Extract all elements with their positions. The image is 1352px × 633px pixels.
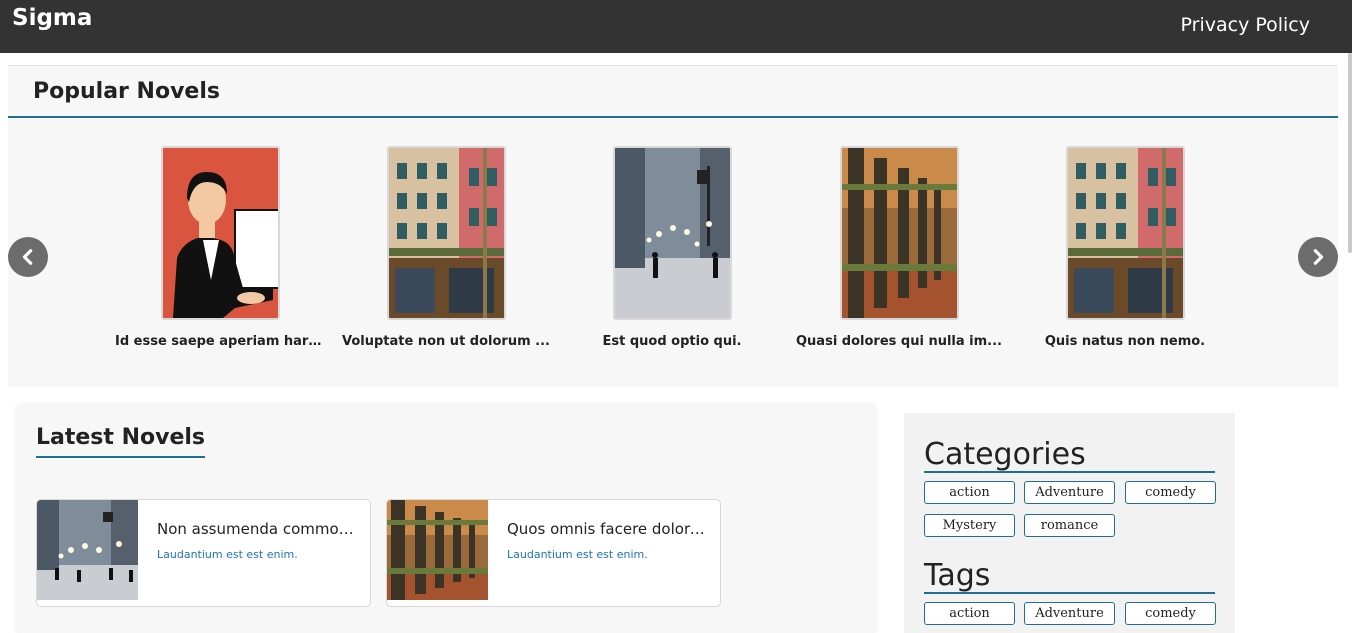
latest-novels-section: Latest Novels Non assumenda commodi... L… — [16, 403, 876, 633]
latest-novels-heading: Latest Novels — [36, 425, 205, 458]
chevron-left-icon — [22, 249, 33, 265]
novel-thumbnail[interactable] — [387, 500, 488, 600]
novel-cover-image[interactable] — [160, 146, 280, 320]
popular-novel-card[interactable]: Quasi dolores qui nulla im... — [794, 146, 1004, 349]
novel-cover-image[interactable] — [839, 146, 959, 320]
novel-subtitle-link[interactable]: Laudantium est est enim. — [157, 548, 298, 561]
sidebar: Categories action Adventure comedy Myste… — [904, 413, 1235, 633]
tag-chip[interactable]: comedy — [1125, 602, 1216, 625]
novel-thumbnail[interactable] — [37, 500, 138, 600]
popular-novel-card[interactable]: Quis natus non nemo. — [1020, 146, 1230, 349]
brand-logo[interactable]: Sigma — [12, 5, 92, 31]
categories-heading: Categories — [924, 439, 1215, 473]
novel-subtitle-link[interactable]: Laudantium est est enim. — [507, 548, 648, 561]
tag-chip[interactable]: Adventure — [1024, 602, 1115, 625]
popular-novel-card[interactable]: Voluptate non ut dolorum ... — [341, 146, 551, 349]
tags-heading: Tags — [924, 560, 1215, 594]
latest-novel-item[interactable]: Quos omnis facere dolorem. Laudantium es… — [386, 499, 721, 607]
category-tag[interactable]: comedy — [1125, 481, 1216, 504]
carousel-prev-button[interactable] — [8, 237, 48, 277]
novel-cover-image[interactable] — [612, 146, 732, 320]
popular-novels-heading: Popular Novels — [33, 79, 220, 104]
category-tag[interactable]: Mystery — [924, 514, 1015, 537]
novel-title[interactable]: Quos omnis facere dolorem. — [507, 520, 712, 538]
novel-title[interactable]: Id esse saepe aperiam haru... — [115, 334, 325, 349]
category-tag[interactable]: romance — [1024, 514, 1115, 537]
popular-novel-card[interactable]: Est quod optio qui. — [567, 146, 777, 349]
carousel-next-button[interactable] — [1298, 237, 1338, 277]
tag-chip[interactable]: action — [924, 602, 1015, 625]
novel-title[interactable]: Est quod optio qui. — [567, 334, 777, 349]
top-navbar: Sigma Privacy Policy — [0, 0, 1352, 53]
category-tag[interactable]: Adventure — [1024, 481, 1115, 504]
novel-cover-image[interactable] — [1065, 146, 1185, 320]
novel-title[interactable]: Voluptate non ut dolorum ... — [341, 334, 551, 349]
section-divider — [8, 116, 1338, 118]
privacy-policy-link[interactable]: Privacy Policy — [1181, 14, 1310, 36]
chevron-right-icon — [1313, 249, 1324, 265]
page-scrollbar[interactable] — [1348, 53, 1352, 253]
popular-novels-section: Popular Novels Id esse saepe aperiam har… — [8, 65, 1338, 387]
novel-title[interactable]: Quis natus non nemo. — [1020, 334, 1230, 349]
latest-novel-item[interactable]: Non assumenda commodi... Laudantium est … — [36, 499, 371, 607]
novel-cover-image[interactable] — [386, 146, 506, 320]
category-tag[interactable]: action — [924, 481, 1015, 504]
novel-title[interactable]: Quasi dolores qui nulla im... — [794, 334, 1004, 349]
popular-novel-card[interactable]: Id esse saepe aperiam haru... — [115, 146, 325, 349]
novel-title[interactable]: Non assumenda commodi... — [157, 520, 362, 538]
